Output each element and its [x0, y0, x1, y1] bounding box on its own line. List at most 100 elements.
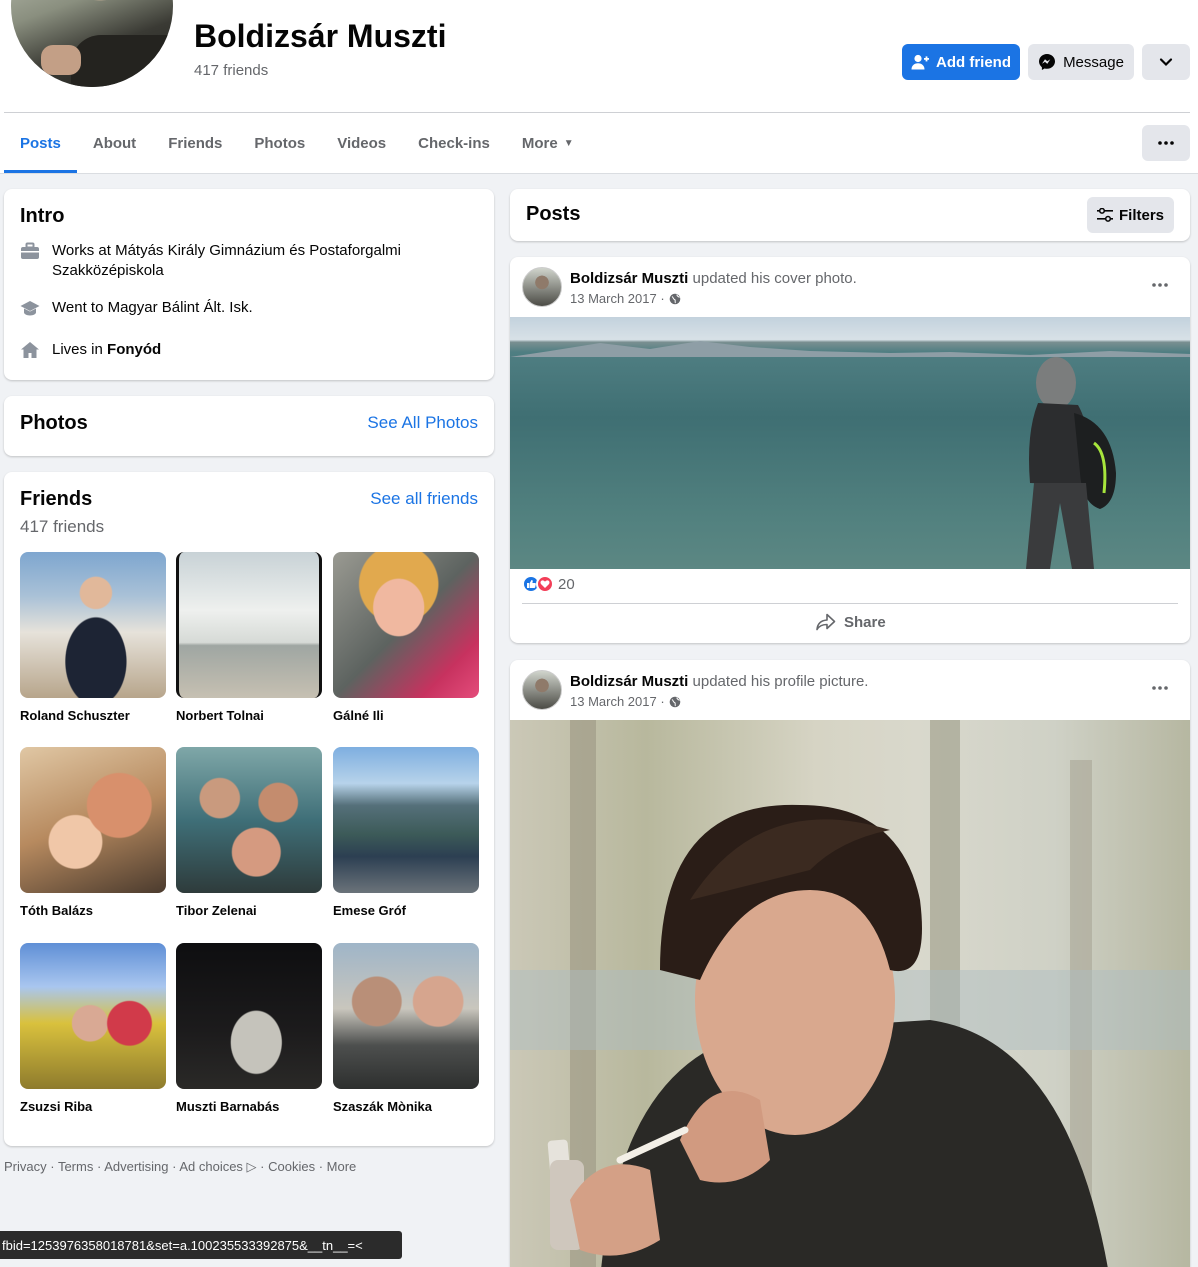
- friend-name[interactable]: Tóth Balázs: [20, 903, 166, 918]
- friend-photo[interactable]: [176, 552, 322, 698]
- chevron-down-icon: [1159, 58, 1173, 67]
- friend-photo[interactable]: [20, 943, 166, 1089]
- home-icon: [20, 340, 40, 360]
- tab-photos[interactable]: Photos: [238, 113, 321, 173]
- intro-lives: Lives in Fonyód: [20, 340, 470, 360]
- post-cover-photo: Boldizsár Muszti updated his cover photo…: [510, 257, 1190, 643]
- friend-name[interactable]: Zsuzsi Riba: [20, 1099, 166, 1114]
- friend-tile[interactable]: Tóth Balázs: [20, 747, 166, 918]
- cover-photo-image[interactable]: [510, 317, 1190, 569]
- footer-terms[interactable]: Terms: [58, 1159, 93, 1174]
- friend-name[interactable]: Tibor Zelenai: [176, 903, 322, 918]
- add-friend-label: Add friend: [936, 53, 1011, 71]
- see-all-photos-link[interactable]: See All Photos: [367, 413, 478, 433]
- footer-cookies[interactable]: Cookies: [268, 1159, 315, 1174]
- photos-card: Photos See All Photos: [4, 396, 494, 456]
- intro-school: Went to Magyar Bálint Ált. Isk.: [20, 298, 470, 318]
- browser-status-url: fbid=1253976358018781&set=a.100235533392…: [0, 1231, 402, 1259]
- globe-icon: [669, 293, 680, 304]
- friend-tile[interactable]: Roland Schuszter: [20, 552, 166, 723]
- tab-friends[interactable]: Friends: [152, 113, 238, 173]
- post-author-avatar[interactable]: [522, 670, 562, 710]
- intro-school-name[interactable]: Magyar Bálint Ált. Isk.: [108, 299, 253, 316]
- friend-photo[interactable]: [333, 747, 479, 893]
- post-options-button[interactable]: [1146, 674, 1174, 702]
- post-date: 13 March 2017 ·: [570, 291, 681, 306]
- footer-advertising[interactable]: Advertising: [104, 1159, 168, 1174]
- footer-links: Privacy · Terms · Advertising · Ad choic…: [4, 1159, 357, 1174]
- intro-title: Intro: [20, 205, 65, 227]
- briefcase-icon: [20, 241, 40, 261]
- posts-header-card: Posts Filters: [510, 189, 1190, 241]
- more-dots-icon: [1158, 141, 1174, 145]
- friend-name[interactable]: Szaszák Mònika: [333, 1099, 479, 1114]
- footer-ad-choices[interactable]: Ad choices: [179, 1159, 243, 1174]
- friend-name[interactable]: Muszti Barnabás: [176, 1099, 322, 1114]
- smoking-portrait: [510, 720, 1190, 1267]
- friend-photo[interactable]: [176, 747, 322, 893]
- friend-tile[interactable]: Norbert Tolnai: [176, 552, 322, 723]
- post-author-name[interactable]: Boldizsár Muszti: [570, 270, 688, 287]
- filters-button[interactable]: Filters: [1087, 197, 1174, 233]
- post-date-text[interactable]: 13 March 2017 ·: [570, 694, 665, 709]
- friend-photo[interactable]: [20, 552, 166, 698]
- post-options-button[interactable]: [1146, 271, 1174, 299]
- posts-title: Posts: [526, 203, 581, 225]
- add-friend-button[interactable]: Add friend: [902, 44, 1020, 80]
- message-button[interactable]: Message: [1028, 44, 1134, 80]
- see-all-friends-link[interactable]: See all friends: [370, 489, 478, 509]
- intro-lives-place[interactable]: Fonyód: [107, 341, 161, 358]
- person-with-backpack: [1026, 357, 1116, 569]
- friend-tile[interactable]: Emese Gróf: [333, 747, 479, 918]
- post-date: 13 March 2017 ·: [570, 694, 681, 709]
- tab-more[interactable]: More ▼: [506, 113, 590, 173]
- tab-about[interactable]: About: [77, 113, 152, 173]
- avatar-coat: [71, 35, 173, 87]
- footer-more[interactable]: More: [327, 1159, 357, 1174]
- tab-videos[interactable]: Videos: [321, 113, 402, 173]
- friend-name[interactable]: Roland Schuszter: [20, 708, 166, 723]
- tab-check-ins[interactable]: Check-ins: [402, 113, 506, 173]
- friend-photo[interactable]: [20, 747, 166, 893]
- profile-tabs: Posts About Friends Photos Videos Check-…: [4, 113, 590, 173]
- friend-photo[interactable]: [333, 943, 479, 1089]
- profile-picture-image[interactable]: [510, 720, 1190, 1267]
- tab-posts[interactable]: Posts: [4, 113, 77, 173]
- share-button[interactable]: Share: [816, 613, 886, 631]
- share-icon: [816, 613, 836, 631]
- post-action-text: updated his cover photo.: [688, 270, 857, 287]
- friend-tile[interactable]: Gálné Ili: [333, 552, 479, 723]
- caret-down-icon: ▼: [563, 137, 574, 149]
- post-author-avatar[interactable]: [522, 267, 562, 307]
- profile-dropdown-button[interactable]: [1142, 44, 1190, 80]
- profile-avatar[interactable]: [8, 0, 176, 90]
- friends-count: 417 friends: [20, 517, 105, 536]
- friend-name[interactable]: Norbert Tolnai: [176, 708, 322, 723]
- post-action-divider: [522, 603, 1178, 604]
- friend-photo[interactable]: [333, 552, 479, 698]
- tabs-more-options-button[interactable]: [1142, 125, 1190, 161]
- love-reaction-icon: [536, 575, 554, 593]
- more-dots-icon: [1152, 686, 1168, 690]
- intro-school-prefix: Went to: [52, 299, 108, 316]
- friend-tile[interactable]: Muszti Barnabás: [176, 943, 322, 1114]
- post-author-name[interactable]: Boldizsár Muszti: [570, 673, 688, 690]
- reactions-summary[interactable]: 20: [522, 575, 575, 593]
- friend-name[interactable]: Emese Gróf: [333, 903, 479, 918]
- photos-title: Photos: [20, 412, 88, 434]
- intro-lives-prefix: Lives in: [52, 341, 108, 358]
- tab-more-label: More: [521, 134, 558, 152]
- friend-tile[interactable]: Szaszák Mònika: [333, 943, 479, 1114]
- intro-work-prefix: Works at: [52, 242, 116, 259]
- friend-tile[interactable]: Zsuzsi Riba: [20, 943, 166, 1114]
- profile-friend-count[interactable]: 417 friends: [194, 62, 268, 79]
- friends-card: Friends See all friends 417 friends Rola…: [4, 472, 494, 1146]
- footer-privacy[interactable]: Privacy: [4, 1159, 47, 1174]
- sliders-icon: [1096, 208, 1113, 222]
- post-date-text[interactable]: 13 March 2017 ·: [570, 291, 665, 306]
- friend-name[interactable]: Gálné Ili: [333, 708, 479, 723]
- friend-tile[interactable]: Tibor Zelenai: [176, 747, 322, 918]
- intro-lives-text: Lives in Fonyód: [52, 340, 161, 360]
- friend-photo[interactable]: [176, 943, 322, 1089]
- ad-choices-icon: ▷: [242, 1159, 257, 1174]
